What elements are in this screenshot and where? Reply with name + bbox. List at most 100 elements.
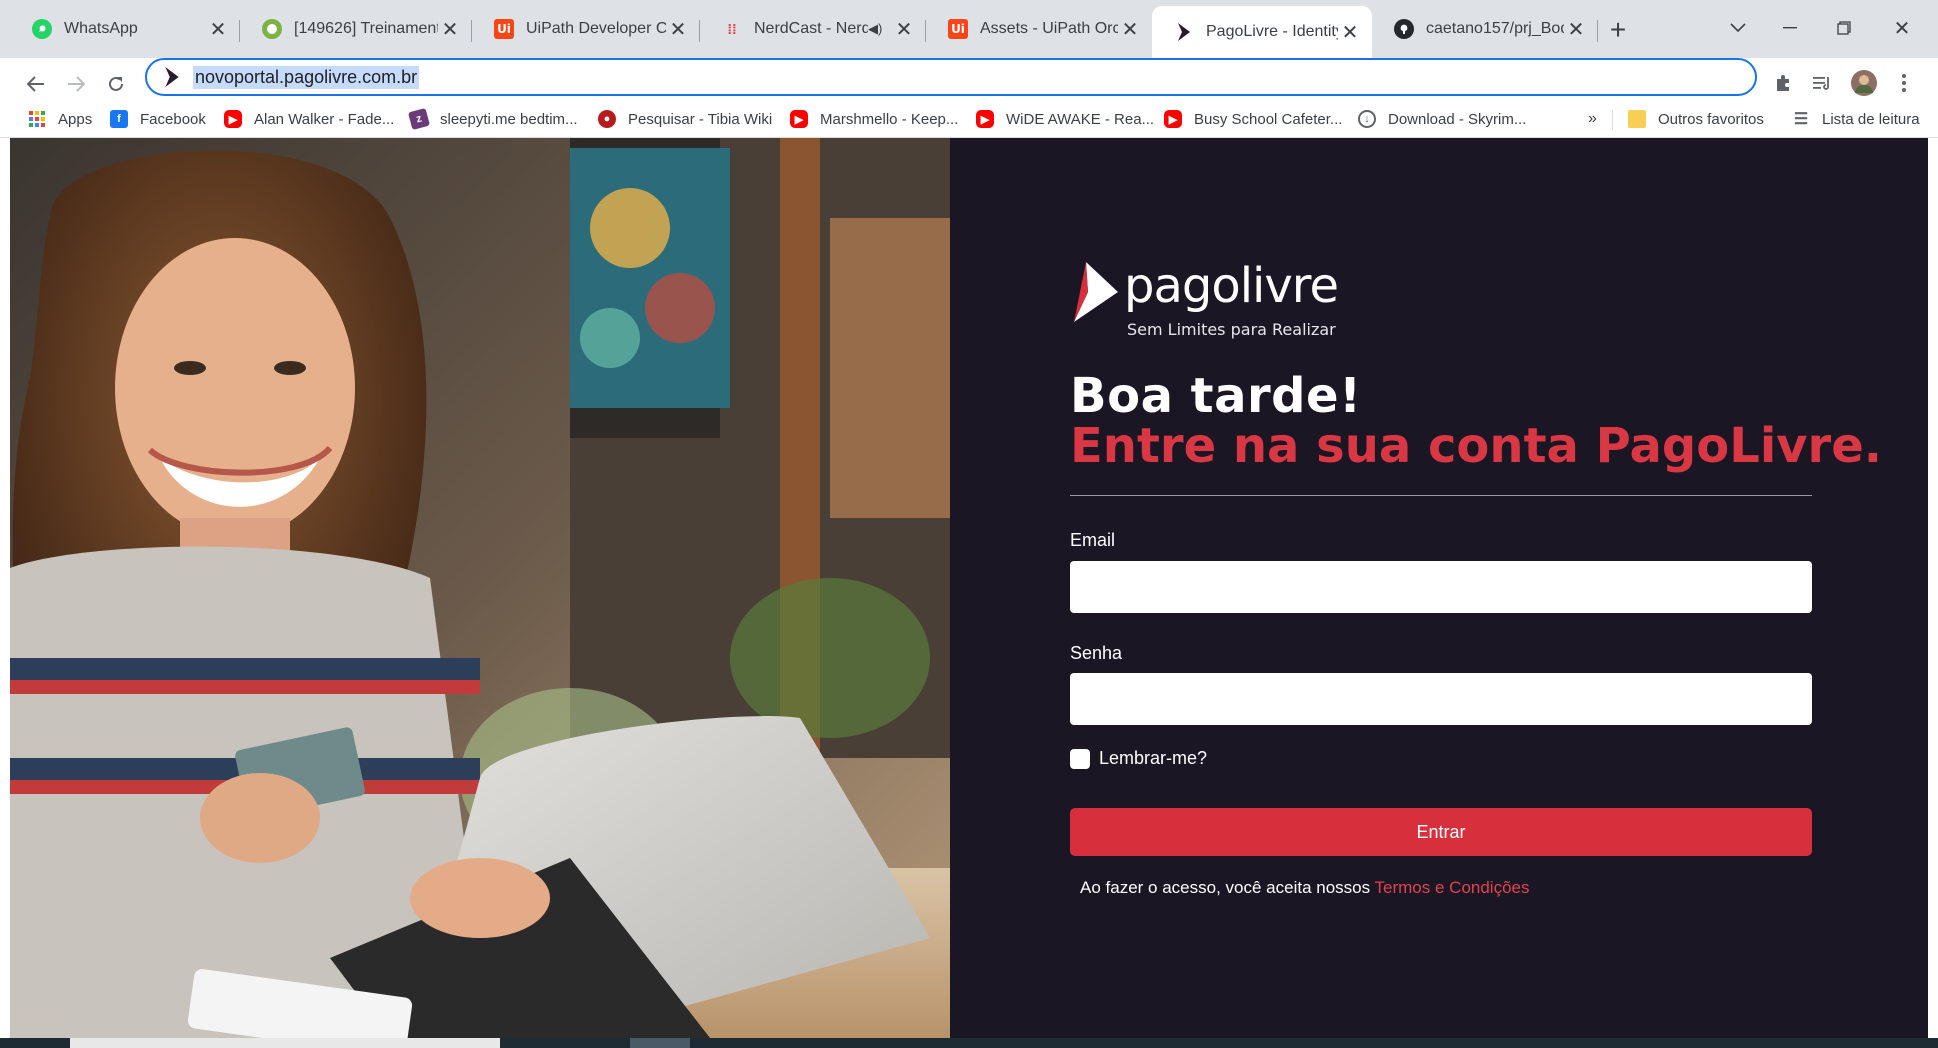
- tab-title: WhatsApp: [64, 20, 138, 37]
- speaker-icon[interactable]: ◀): [868, 21, 886, 37]
- tab-title: Assets - UiPath Orche: [980, 20, 1118, 37]
- url-text[interactable]: novoportal.pagolivre.com.br: [193, 65, 420, 89]
- email-label: Email: [1070, 530, 1116, 550]
- close-tab-icon[interactable]: ✕: [1118, 17, 1142, 41]
- bookmark-label: WiDE AWAKE - Rea...: [1006, 110, 1155, 128]
- bookmark-outros-favoritos[interactable]: Outros favoritos: [1628, 106, 1764, 132]
- bookmark-label: Pesquisar - Tibia Wiki: [628, 110, 773, 128]
- terms-notice: Ao fazer o acesso, você aceita nossos Te…: [1080, 878, 1530, 898]
- browser-menu-icon[interactable]: [1887, 66, 1921, 100]
- tab-separator: [1597, 20, 1598, 42]
- hero-photo: [10, 138, 950, 1038]
- bookmark-label: sleepyti.me bedtim...: [440, 110, 578, 128]
- profile-avatar-icon[interactable]: [1847, 66, 1881, 100]
- extensions-icon[interactable]: [1766, 66, 1800, 100]
- bookmark-label: Lista de leitura: [1822, 110, 1920, 128]
- terms-link[interactable]: Termos e Condições: [1375, 878, 1530, 897]
- bookmark-busy-school[interactable]: ▶ Busy School Cafeter...: [1164, 106, 1342, 132]
- loading-circle-icon: [262, 19, 282, 39]
- tab-github[interactable]: caetano157/prj_Body ✕: [1372, 10, 1598, 48]
- close-window-icon[interactable]: ✕: [1876, 10, 1928, 46]
- bookmark-label: Outros favoritos: [1658, 110, 1764, 128]
- tab-nerdcast[interactable]: ⁞⁞ NerdCast - NerdT ◀) ✕: [700, 10, 926, 48]
- uipath-icon: Ui: [948, 19, 968, 39]
- close-tab-icon[interactable]: ✕: [206, 17, 230, 41]
- tab-title: UiPath Developer Cer: [526, 20, 666, 37]
- bookmark-sleepytime[interactable]: z sleepyti.me bedtim...: [407, 106, 578, 132]
- logo-tagline: Sem Limites para Realizar: [1127, 320, 1336, 339]
- youtube-icon: ▶: [790, 110, 808, 128]
- close-tab-icon[interactable]: ✕: [1338, 20, 1362, 44]
- bookmarks-overflow-button[interactable]: »: [1588, 106, 1597, 132]
- facebook-icon: f: [110, 110, 128, 128]
- login-headline: Entre na sua conta PagoLivre.: [1070, 418, 1883, 474]
- github-icon: [1394, 19, 1414, 39]
- bookmarks-divider: [1612, 110, 1613, 130]
- logo-wordmark: pagolivre: [1124, 258, 1339, 314]
- forward-icon[interactable]: [58, 66, 94, 102]
- login-button[interactable]: Entrar: [1070, 808, 1812, 856]
- tab-search-icon[interactable]: [1712, 10, 1764, 46]
- tab-title: PagoLivre - Identity: [1206, 23, 1338, 40]
- bookmark-label: Busy School Cafeter...: [1194, 110, 1343, 128]
- tab-uipath-assets[interactable]: Ui Assets - UiPath Orche ✕: [926, 10, 1152, 48]
- media-control-icon[interactable]: [1806, 66, 1840, 100]
- bookmark-label: Download - Skyrim...: [1388, 110, 1527, 128]
- tab-strip: WhatsApp ✕ [149626] Treinamento ✕ Ui UiP…: [0, 0, 1938, 58]
- pagolivre-logo: pagolivre Sem Limites para Realizar: [1072, 258, 1352, 339]
- bookmark-alan-walker[interactable]: ▶ Alan Walker - Fade...: [224, 106, 394, 132]
- page-viewport: pagolivre Sem Limites para Realizar Boa …: [10, 138, 1928, 1038]
- remember-me-label: Lembrar-me?: [1099, 748, 1208, 768]
- bookmark-label: Facebook: [140, 110, 206, 128]
- bookmark-label: Alan Walker - Fade...: [254, 110, 395, 128]
- reading-list-icon: ☰: [1793, 111, 1809, 128]
- bookmark-facebook[interactable]: f Facebook: [110, 106, 206, 132]
- close-tab-icon[interactable]: ✕: [438, 17, 462, 41]
- youtube-icon: ▶: [224, 110, 242, 128]
- new-tab-button[interactable]: +: [1600, 14, 1636, 46]
- tab-pagolivre[interactable]: PagoLivre - Identity ✕: [1152, 6, 1372, 58]
- bookmark-label: Apps: [58, 110, 93, 128]
- restore-icon[interactable]: [1818, 10, 1870, 46]
- tibia-icon: ●: [598, 110, 616, 128]
- reading-list-button[interactable]: ☰ Lista de leitura: [1792, 106, 1920, 132]
- bookmark-apps[interactable]: Apps: [28, 106, 92, 132]
- bookmark-label: Marshmello - Keep...: [820, 110, 959, 128]
- apps-grid-icon: [28, 110, 46, 128]
- close-tab-icon[interactable]: ✕: [666, 17, 690, 41]
- taskbar-item: [630, 1038, 690, 1048]
- terms-text: Ao fazer o acesso, você aceita nossos: [1080, 878, 1371, 897]
- tab-title: [149626] Treinamento: [294, 20, 438, 37]
- folder-icon: [1628, 110, 1646, 128]
- tab-uipath-developer[interactable]: Ui UiPath Developer Cer ✕: [472, 10, 700, 48]
- tab-title: NerdCast - NerdT: [754, 20, 868, 37]
- close-tab-icon[interactable]: ✕: [892, 17, 916, 41]
- address-bar[interactable]: novoportal.pagolivre.com.br: [145, 58, 1757, 96]
- reload-icon[interactable]: [98, 66, 134, 102]
- bookmark-marshmello[interactable]: ▶ Marshmello - Keep...: [790, 106, 958, 132]
- close-tab-icon[interactable]: ✕: [1564, 17, 1588, 41]
- bookmark-tibia-wiki[interactable]: ● Pesquisar - Tibia Wiki: [598, 106, 772, 132]
- whatsapp-icon: [32, 19, 52, 39]
- tab-whatsapp[interactable]: WhatsApp ✕: [10, 10, 240, 48]
- back-icon[interactable]: [18, 66, 54, 102]
- taskbar-item: [70, 1038, 500, 1048]
- greeting-heading: Boa tarde!: [1070, 368, 1362, 424]
- bookmarks-bar: Apps f Facebook ▶ Alan Walker - Fade... …: [0, 100, 1938, 138]
- remember-me-checkbox[interactable]: [1070, 748, 1090, 769]
- tab-title: caetano157/prj_Body: [1426, 20, 1564, 37]
- password-field[interactable]: [1070, 673, 1812, 725]
- remember-me[interactable]: Lembrar-me?: [1070, 748, 1207, 769]
- tab-treinamento[interactable]: [149626] Treinamento ✕: [240, 10, 472, 48]
- nerdcast-icon: ⁞⁞: [727, 21, 737, 37]
- pagolivre-logo-icon: [1074, 262, 1118, 322]
- youtube-icon: ▶: [976, 110, 994, 128]
- bookmark-wide-awake[interactable]: ▶ WiDE AWAKE - Rea...: [976, 106, 1154, 132]
- download-icon: ↓: [1358, 110, 1376, 128]
- login-panel: pagolivre Sem Limites para Realizar Boa …: [950, 138, 1928, 1038]
- email-field[interactable]: [1070, 561, 1812, 613]
- bookmark-skyrim-download[interactable]: ↓ Download - Skyrim...: [1358, 106, 1526, 132]
- minimize-icon[interactable]: [1764, 10, 1816, 46]
- heading-divider: [1070, 495, 1812, 496]
- woman-with-laptop-image: [10, 138, 950, 1038]
